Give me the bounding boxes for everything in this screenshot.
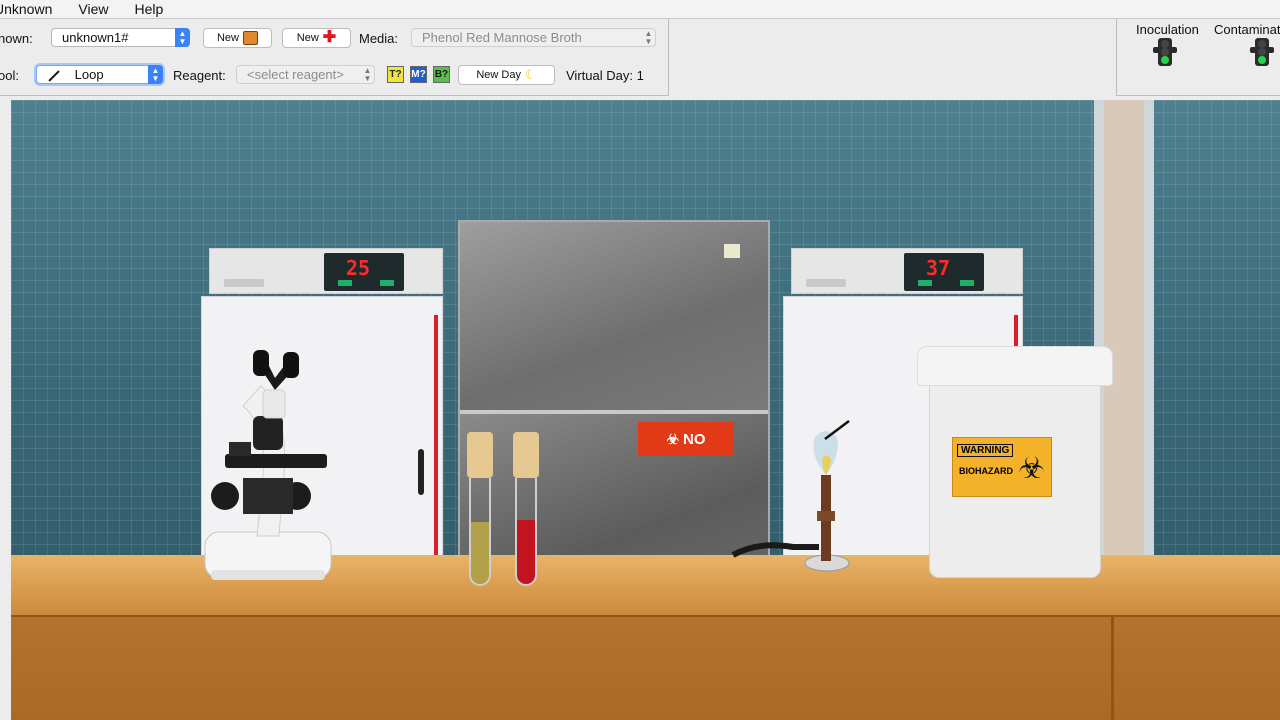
counter-front bbox=[11, 615, 1280, 720]
virtual-day-label: Virtual Day: 1 bbox=[566, 68, 644, 83]
lab-scene: 25 37 ☣ NO WARNING BIOHAZARD ☣ bbox=[11, 100, 1280, 720]
inoculation-label: Inoculation bbox=[1136, 22, 1199, 37]
reagent-label: Reagent: bbox=[173, 68, 226, 83]
tool-label: ool: bbox=[0, 68, 19, 83]
bacteria-icon bbox=[243, 31, 258, 45]
menu-unknown[interactable]: Unknown bbox=[0, 1, 52, 17]
menu-bar: Unknown View Help bbox=[0, 0, 1280, 19]
tube-cap bbox=[467, 432, 493, 478]
door-handle bbox=[418, 449, 424, 495]
biohazard-bin[interactable]: WARNING BIOHAZARD ☣ bbox=[917, 346, 1113, 578]
tube-cap bbox=[513, 432, 539, 478]
inoculation-traffic-light-icon bbox=[1153, 38, 1177, 66]
new-media-label: New bbox=[296, 32, 319, 44]
chevron-updown-icon: ▲ ▼ bbox=[175, 28, 190, 47]
media-label: Media: bbox=[359, 31, 399, 46]
contamination-traffic-light-icon bbox=[1250, 38, 1274, 66]
broth-fill bbox=[517, 520, 535, 584]
moon-icon: ☾ bbox=[524, 67, 537, 82]
temperature-readout: 25 bbox=[346, 256, 371, 280]
tool-select[interactable]: Loop ▲ ▼ bbox=[36, 65, 163, 84]
microscope[interactable] bbox=[203, 346, 333, 582]
media-help-button[interactable]: M? bbox=[410, 66, 427, 83]
new-unknown-label: New bbox=[216, 32, 239, 44]
no-food-sign: ☣ NO bbox=[638, 422, 734, 456]
new-unknown-button[interactable]: New bbox=[203, 28, 272, 48]
tool-select-value: Loop bbox=[74, 67, 104, 82]
new-day-button[interactable]: New Day ☾ bbox=[458, 65, 555, 85]
biohazard-warning-sign: WARNING BIOHAZARD ☣ bbox=[952, 437, 1052, 497]
test-tube-left[interactable] bbox=[467, 432, 493, 586]
refrigerator[interactable]: ☣ NO bbox=[458, 220, 770, 562]
menu-help[interactable]: Help bbox=[134, 1, 163, 17]
brand-logo bbox=[806, 279, 846, 287]
reagent-select-value: <select reagent> bbox=[247, 67, 344, 82]
fridge-badge-icon bbox=[724, 244, 740, 258]
temperature-display: 25 bbox=[324, 253, 404, 291]
new-day-label: New Day bbox=[476, 69, 521, 81]
brand-logo bbox=[224, 279, 264, 287]
biohazard-icon: ☣ bbox=[666, 430, 680, 447]
chevron-updown-icon: ▲ ▼ bbox=[363, 65, 372, 83]
temperature-readout: 37 bbox=[926, 256, 951, 280]
red-cross-icon: ✚ bbox=[322, 29, 337, 46]
unknown-select[interactable]: unknown1# ▲ ▼ bbox=[51, 28, 190, 47]
bin-lid bbox=[917, 346, 1113, 386]
toolbar: nown: unknown1# ▲ ▼ New New ✚ Media: Phen… bbox=[0, 19, 669, 96]
test-tube-right[interactable] bbox=[513, 432, 539, 586]
biohazard-icon: ☣ bbox=[1018, 452, 1045, 485]
bunsen-burner[interactable] bbox=[729, 415, 859, 575]
loop-tool-icon bbox=[48, 69, 60, 82]
menu-view[interactable]: View bbox=[78, 1, 108, 17]
freezer-door bbox=[460, 222, 768, 410]
broth-fill bbox=[471, 522, 489, 584]
test-help-button[interactable]: T? bbox=[387, 66, 404, 83]
reagent-select[interactable]: <select reagent> ▲ ▼ bbox=[236, 65, 375, 84]
chevron-updown-icon: ▲ ▼ bbox=[644, 28, 653, 46]
new-media-button[interactable]: New ✚ bbox=[282, 28, 351, 48]
indicator-panel: Inoculation Contaminat bbox=[1116, 19, 1280, 96]
bacteria-help-button[interactable]: B? bbox=[433, 66, 450, 83]
chevron-updown-icon: ▲ ▼ bbox=[148, 65, 163, 84]
media-select[interactable]: Phenol Red Mannose Broth ▲ ▼ bbox=[411, 28, 656, 47]
unknown-label: nown: bbox=[0, 31, 33, 46]
unknown-select-value: unknown1# bbox=[62, 30, 129, 45]
contamination-label: Contaminat bbox=[1214, 22, 1280, 37]
media-select-value: Phenol Red Mannose Broth bbox=[422, 30, 582, 45]
temperature-display: 37 bbox=[904, 253, 984, 291]
